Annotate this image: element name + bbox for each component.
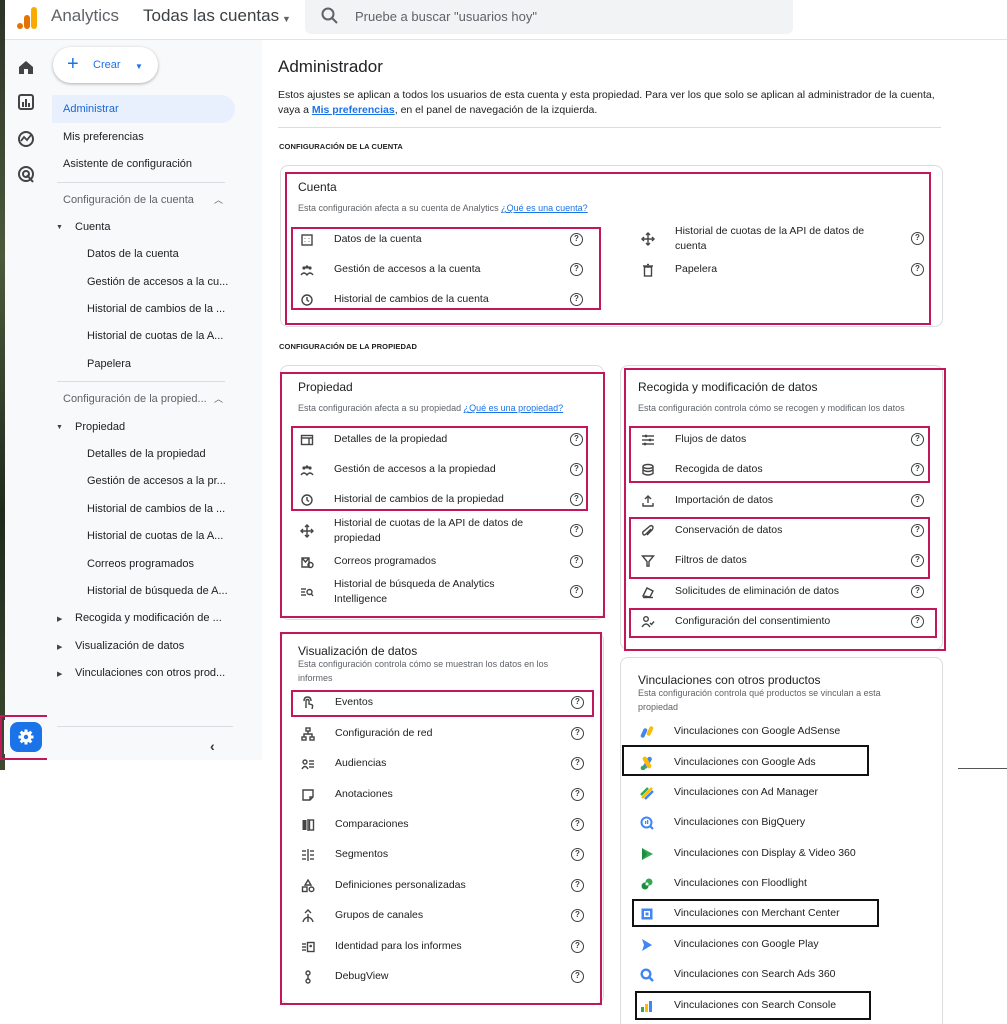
highlight-propiedad-items bbox=[291, 426, 588, 511]
nav-collapsed-group[interactable]: Recogida y modificación de ... bbox=[75, 612, 222, 624]
admanager-icon bbox=[640, 787, 654, 800]
expand-right-icon[interactable]: ▶ bbox=[57, 615, 62, 623]
reports-icon[interactable] bbox=[17, 93, 35, 111]
floodlight-icon bbox=[641, 878, 653, 890]
admin-link[interactable]: Vinculaciones con Floodlight bbox=[674, 876, 904, 891]
divider bbox=[57, 381, 225, 382]
nav-collapsed-group[interactable]: Vinculaciones con otros prod... bbox=[75, 667, 225, 679]
create-label[interactable]: Crear bbox=[93, 59, 121, 71]
account-selector[interactable]: Todas las cuentas bbox=[143, 6, 279, 26]
admin-link[interactable]: Vinculaciones con Display & Video 360 bbox=[674, 846, 904, 861]
nav-property-item[interactable]: Correos programados bbox=[87, 558, 194, 570]
dv360-icon bbox=[642, 848, 653, 860]
search-input[interactable]: Pruebe a buscar "usuarios hoy" bbox=[355, 9, 537, 24]
highlight-search-console bbox=[635, 991, 871, 1020]
create-caret-icon[interactable]: ▼ bbox=[135, 62, 143, 71]
nav-mis-preferencias[interactable]: Mis preferencias bbox=[63, 131, 144, 143]
expand-right-icon[interactable]: ▶ bbox=[57, 670, 62, 678]
nav-cuenta-group[interactable]: Cuenta bbox=[75, 221, 110, 233]
nav-administrar[interactable]: Administrar bbox=[63, 103, 119, 115]
divider bbox=[278, 127, 941, 128]
intro-text-2: , en el panel de navegación de la izquie… bbox=[394, 104, 598, 116]
divider bbox=[57, 182, 225, 183]
highlight-google-ads bbox=[622, 745, 869, 776]
blank-area bbox=[958, 835, 1007, 1024]
nav-property-item[interactable]: Historial de cambios de la ... bbox=[87, 503, 225, 515]
expand-down-icon[interactable]: ▼ bbox=[56, 424, 63, 431]
nav-property-item[interactable]: Historial de búsqueda de A... bbox=[87, 585, 228, 597]
nav-property-item[interactable]: Gestión de accesos a la pr... bbox=[87, 475, 226, 487]
admin-link[interactable]: Vinculaciones con Ad Manager bbox=[674, 785, 904, 800]
collapse-panel-icon[interactable]: ‹ bbox=[210, 738, 215, 754]
intro-text: Estos ajustes se aplican a todos los usu… bbox=[278, 88, 943, 118]
nav-collapsed-group[interactable]: Visualización de datos bbox=[75, 640, 184, 652]
highlight-cuenta-items bbox=[291, 227, 601, 310]
admin-link[interactable]: Vinculaciones con Google AdSense bbox=[674, 724, 904, 739]
explore-icon[interactable] bbox=[17, 130, 35, 148]
highlight-eventos bbox=[291, 690, 594, 717]
section-account-heading: CONFIGURACIÓN DE LA CUENTA bbox=[279, 142, 403, 151]
page-title: Administrador bbox=[278, 57, 383, 76]
nav-rail bbox=[5, 40, 47, 760]
mis-preferencias-link[interactable]: Mis preferencias bbox=[312, 104, 395, 116]
chevron-up-icon[interactable]: ︿ bbox=[214, 392, 223, 405]
play-icon bbox=[642, 939, 652, 951]
nav-account-item[interactable]: Historial de cambios de la ... bbox=[87, 303, 225, 315]
nav-account-config-header[interactable]: Configuración de la cuenta bbox=[63, 194, 194, 206]
nav-property-config-header[interactable]: Configuración de la propied... bbox=[63, 393, 207, 405]
admin-link[interactable]: Vinculaciones con BigQuery bbox=[674, 815, 904, 830]
highlight-visualizacion-card bbox=[280, 632, 602, 1005]
adsense-icon bbox=[640, 726, 654, 738]
app-name: Analytics bbox=[51, 6, 120, 25]
admin-link[interactable]: Vinculaciones con Google Play bbox=[674, 937, 904, 952]
advertising-icon[interactable] bbox=[17, 165, 35, 183]
section-property-heading: CONFIGURACIÓN DE LA PROPIEDAD bbox=[279, 342, 418, 351]
analytics-logo-icon[interactable] bbox=[16, 6, 38, 30]
highlight-merchant-center bbox=[632, 899, 879, 927]
admin-link[interactable]: Vinculaciones con Search Ads 360 bbox=[674, 967, 904, 982]
divider-line bbox=[958, 768, 1007, 769]
bigquery-icon bbox=[640, 816, 654, 830]
nav-property-item[interactable]: Detalles de la propiedad bbox=[87, 448, 206, 460]
expand-down-icon[interactable]: ▼ bbox=[56, 224, 63, 231]
account-caret-icon[interactable]: ▼ bbox=[282, 14, 291, 24]
nav-property-item[interactable]: Historial de cuotas de la A... bbox=[87, 530, 223, 542]
nav-account-item[interactable]: Papelera bbox=[87, 358, 131, 370]
highlight-flujos bbox=[629, 426, 930, 483]
chevron-up-icon[interactable]: ︿ bbox=[214, 193, 223, 206]
home-icon[interactable] bbox=[17, 58, 35, 76]
vinculaciones-desc: Esta configuración controla qué producto… bbox=[638, 688, 881, 712]
highlight-consentimiento bbox=[629, 608, 937, 638]
nav-account-item[interactable]: Gestión de accesos a la cu... bbox=[87, 276, 228, 288]
searchads-icon bbox=[640, 968, 654, 982]
vinculaciones-title: Vinculaciones con otros productos bbox=[638, 673, 821, 687]
nav-account-item[interactable]: Historial de cuotas de la A... bbox=[87, 330, 223, 342]
search-icon[interactable] bbox=[320, 6, 340, 26]
expand-right-icon[interactable]: ▶ bbox=[57, 643, 62, 651]
nav-asistente[interactable]: Asistente de configuración bbox=[63, 158, 192, 170]
nav-account-item[interactable]: Datos de la cuenta bbox=[87, 248, 179, 260]
nav-propiedad-group[interactable]: Propiedad bbox=[75, 421, 125, 433]
divider bbox=[57, 726, 233, 727]
highlight-conservacion bbox=[629, 517, 930, 579]
plus-icon[interactable]: + bbox=[67, 54, 79, 74]
